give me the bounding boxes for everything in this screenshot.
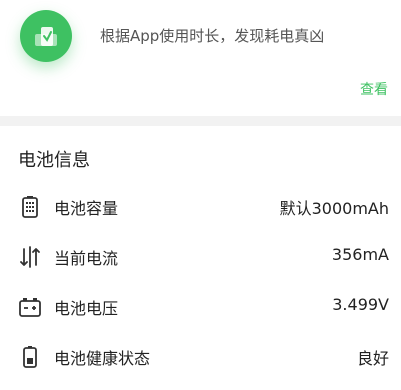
voltage-row: 电池电压 3.499V [0, 282, 401, 332]
view-link[interactable]: 查看 [360, 79, 388, 99]
promo-text: 根据App使用时长，发现耗电真凶 [100, 27, 325, 45]
row-label: 电池容量 [54, 199, 119, 218]
section-title: 电池信息 [18, 150, 90, 171]
row-value: 356mA [331, 245, 389, 264]
battery-info-card: 电池信息 电池容量 默认3000mAh 当前电流 356mA 电池电压 3.49… [0, 126, 401, 390]
row-label: 当前电流 [54, 249, 119, 268]
current-row: 当前电流 356mA [0, 232, 401, 282]
current-arrows-icon [18, 245, 42, 269]
battery-voltage-icon [18, 295, 42, 319]
row-value: 良好 [356, 349, 389, 368]
battery-capacity-icon [18, 195, 42, 219]
row-value: 3.499V [332, 295, 389, 314]
health-row: 电池健康状态 良好 [0, 332, 401, 382]
row-value: 默认3000mAh [279, 199, 389, 218]
battery-capacity-row: 电池容量 默认3000mAh [0, 182, 401, 232]
battery-health-icon [18, 345, 42, 369]
promo-card: 根据App使用时长，发现耗电真凶 查看 [0, 0, 401, 116]
battery-chart-icon [20, 10, 72, 62]
row-label: 电池健康状态 [54, 349, 151, 368]
row-label: 电池电压 [54, 299, 119, 318]
